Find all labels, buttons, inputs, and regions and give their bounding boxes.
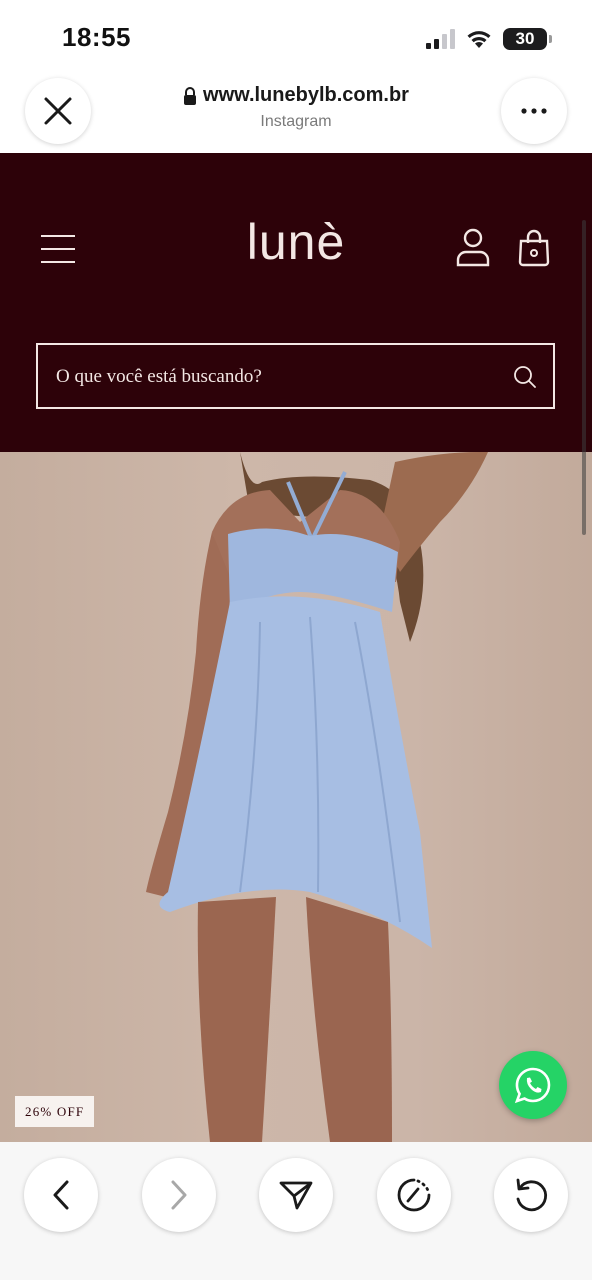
product-photo xyxy=(146,452,488,1142)
menu-line xyxy=(41,261,75,263)
back-button[interactable] xyxy=(24,1158,98,1232)
browser-toolbar xyxy=(0,1142,592,1280)
browser-header: www.lunebylb.com.br Instagram xyxy=(0,70,592,153)
scrollbar[interactable] xyxy=(582,220,586,535)
share-icon xyxy=(279,1181,313,1210)
more-button[interactable] xyxy=(501,78,567,144)
speed-icon xyxy=(397,1178,431,1212)
reload-button[interactable] xyxy=(494,1158,568,1232)
battery-indicator: 30 xyxy=(503,28,547,50)
whatsapp-icon xyxy=(514,1067,551,1104)
product-image[interactable]: 26% OFF xyxy=(0,452,592,1142)
user-icon[interactable] xyxy=(454,227,492,267)
site-logo[interactable]: lunè xyxy=(196,213,396,271)
share-button[interactable] xyxy=(259,1158,333,1232)
search-placeholder: O que você está buscando? xyxy=(56,366,262,387)
page-url: www.lunebylb.com.br xyxy=(203,84,409,106)
forward-button[interactable] xyxy=(142,1158,216,1232)
status-icons: 30 xyxy=(425,26,552,52)
discount-badge: 26% OFF xyxy=(15,1096,95,1127)
status-bar: 18:55 30 xyxy=(0,0,592,70)
back-icon xyxy=(53,1180,69,1210)
battery-level: 30 xyxy=(515,29,535,48)
close-button[interactable] xyxy=(25,78,91,144)
menu-line xyxy=(41,235,75,237)
menu-line xyxy=(41,248,75,250)
speed-button[interactable] xyxy=(377,1158,451,1232)
search-input[interactable]: O que você está buscando? xyxy=(36,343,555,409)
address-bar[interactable]: www.lunebylb.com.br Instagram xyxy=(130,84,462,131)
bag-icon[interactable] xyxy=(517,229,551,267)
lock-icon xyxy=(184,86,197,105)
status-time: 18:55 xyxy=(62,22,131,52)
wifi-icon xyxy=(467,31,491,48)
close-icon xyxy=(44,97,72,125)
site-header: lunè O que você está buscando? xyxy=(0,153,592,452)
more-icon xyxy=(521,108,547,114)
forward-icon xyxy=(171,1180,187,1210)
whatsapp-button[interactable] xyxy=(499,1051,567,1119)
source-app: Instagram xyxy=(260,113,332,130)
reload-icon xyxy=(516,1178,547,1212)
url-line: www.lunebylb.com.br xyxy=(130,84,462,107)
search-icon[interactable] xyxy=(513,365,537,389)
battery-tip xyxy=(549,35,552,43)
menu-icon[interactable] xyxy=(38,231,78,267)
signal-icon xyxy=(426,29,455,49)
